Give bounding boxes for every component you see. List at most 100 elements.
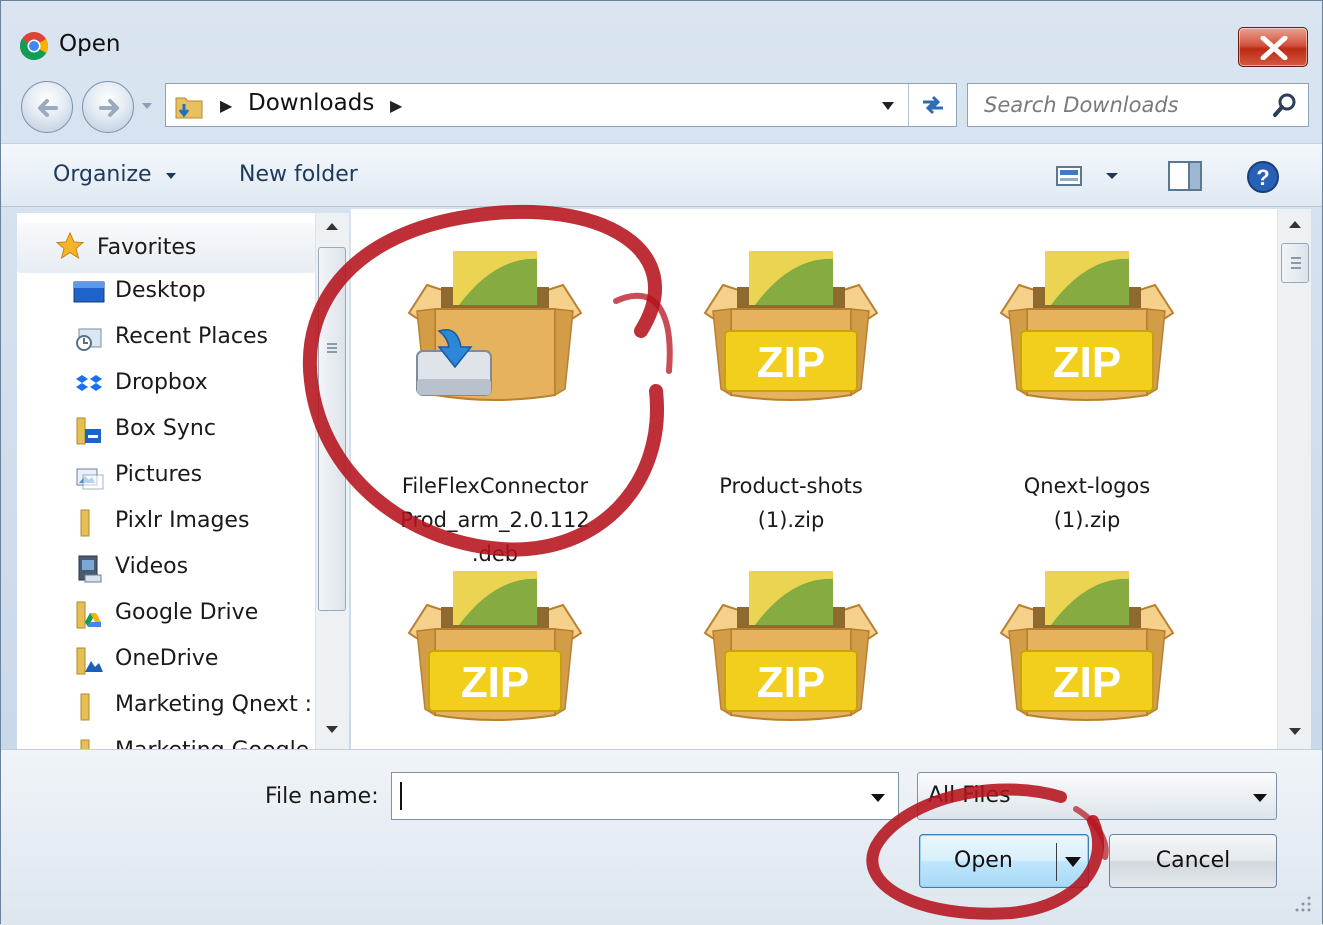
new-folder-button[interactable]: New folder xyxy=(239,162,358,187)
file-item-product-shots-zip[interactable]: ZIP Product-shots (1).zip xyxy=(651,247,931,567)
search-icon[interactable] xyxy=(1272,92,1298,118)
command-bar: Organize New folder ? xyxy=(1,143,1322,207)
folder-download-icon xyxy=(175,97,203,119)
folder-icon xyxy=(80,693,90,721)
nav-item-label: Pictures xyxy=(115,462,203,487)
desktop-icon xyxy=(73,281,105,303)
zip-archive-icon: ZIP xyxy=(1000,250,1174,401)
filename-label: File name: xyxy=(265,784,379,809)
file-name-line: (1).zip xyxy=(757,508,825,532)
onedrive-folder-icon xyxy=(76,647,103,675)
file-item-zip[interactable]: ZIP xyxy=(355,567,635,749)
breadcrumb-downloads[interactable]: Downloads xyxy=(248,90,374,116)
file-type-dropdown-icon[interactable] xyxy=(1252,793,1268,803)
nav-item-box-sync[interactable]: Box Sync xyxy=(17,409,315,453)
address-bar[interactable]: ▶ Downloads ▶ xyxy=(165,83,957,127)
file-name-line: (1).zip xyxy=(1053,508,1121,532)
search-placeholder: Search Downloads xyxy=(984,93,1179,117)
file-scroll-thumb[interactable] xyxy=(1281,243,1309,283)
nav-scroll-thumb[interactable] xyxy=(318,247,346,611)
nav-item-dropbox[interactable]: Dropbox xyxy=(17,363,315,407)
svg-text:ZIP: ZIP xyxy=(1053,338,1121,387)
videos-icon xyxy=(78,555,102,583)
file-item-deb[interactable]: FileFlexConnector Prod_arm_2.0.112 .deb xyxy=(355,247,635,567)
refresh-button[interactable] xyxy=(908,84,956,126)
file-list-area: FileFlexConnector Prod_arm_2.0.112 .deb … xyxy=(351,209,1277,749)
window-title: Open xyxy=(59,31,121,57)
zip-archive-icon: ZIP xyxy=(1000,570,1174,721)
forward-arrow-icon xyxy=(99,99,119,117)
filename-combobox[interactable] xyxy=(391,772,899,820)
filename-input[interactable] xyxy=(396,777,856,815)
recent-locations-dropdown-icon[interactable] xyxy=(140,99,154,113)
pictures-icon xyxy=(76,468,104,490)
dropbox-icon xyxy=(76,375,102,391)
open-button[interactable]: Open xyxy=(919,834,1089,888)
close-button[interactable] xyxy=(1238,27,1308,67)
folder-icon xyxy=(80,509,90,537)
bottom-panel: File name: All Files Open Cancel xyxy=(1,749,1322,925)
nav-item-pictures[interactable]: Pictures xyxy=(17,455,315,499)
file-name-line: Product-shots xyxy=(719,474,863,498)
forward-button[interactable] xyxy=(82,81,134,133)
file-name: Product-shots (1).zip xyxy=(651,469,931,537)
breadcrumb-chevron-icon[interactable]: ▶ xyxy=(390,96,402,115)
nav-item-recent-places[interactable]: Recent Places xyxy=(17,317,315,361)
scroll-up-arrow-icon[interactable] xyxy=(1287,219,1303,229)
zip-archive-icon: ZIP xyxy=(408,570,582,721)
navigation-pane: Favorites Desktop Recent Places Dropbox xyxy=(17,213,315,749)
cancel-button[interactable]: Cancel xyxy=(1109,834,1277,888)
svg-text:ZIP: ZIP xyxy=(1053,658,1121,707)
title-bar[interactable]: Open xyxy=(1,1,1322,75)
breadcrumb-chevron-icon[interactable]: ▶ xyxy=(220,96,232,115)
nav-item-label: OneDrive xyxy=(115,646,219,671)
help-icon[interactable]: ? xyxy=(1246,160,1280,194)
svg-text:ZIP: ZIP xyxy=(757,658,825,707)
nav-item-label: Pixlr Images xyxy=(115,508,250,533)
scroll-up-arrow-icon[interactable] xyxy=(324,221,340,231)
filename-dropdown-icon[interactable] xyxy=(870,793,886,803)
nav-scrollbar[interactable] xyxy=(315,213,349,749)
nav-item-marketing-qnext[interactable]: Marketing Qnext : xyxy=(17,685,315,729)
recent-places-icon xyxy=(76,328,102,351)
nav-item-google-drive[interactable]: Google Drive xyxy=(17,593,315,637)
view-dropdown-icon[interactable] xyxy=(1105,172,1119,180)
text-caret xyxy=(400,782,402,810)
file-name-line: FileFlexConnector xyxy=(401,474,589,498)
file-list-scrollbar[interactable] xyxy=(1277,209,1311,749)
nav-item-label: Google Drive xyxy=(115,600,259,625)
open-file-dialog: Open ▶ Downloads ▶ Search Downloads Orga… xyxy=(0,0,1323,925)
svg-text:?: ? xyxy=(1256,165,1269,190)
preview-pane-icon[interactable] xyxy=(1167,160,1203,192)
file-name-line: Prod_arm_2.0.112 xyxy=(400,508,590,532)
file-item-zip[interactable]: ZIP xyxy=(947,567,1227,749)
organize-dropdown-icon[interactable] xyxy=(165,172,177,180)
change-view-icon[interactable] xyxy=(1055,164,1083,188)
address-dropdown-icon[interactable] xyxy=(880,100,896,112)
favorites-header[interactable]: Favorites xyxy=(17,223,315,273)
resize-grip-icon[interactable] xyxy=(1293,894,1313,914)
file-name: FileFlexConnector Prod_arm_2.0.112 .deb xyxy=(355,469,635,571)
file-name-line: .deb xyxy=(471,542,519,566)
file-item-zip[interactable]: ZIP xyxy=(651,567,931,749)
file-name: Qnext-logos (1).zip xyxy=(947,469,1227,537)
file-type-select[interactable]: All Files xyxy=(917,772,1277,820)
search-field[interactable]: Search Downloads xyxy=(967,83,1309,127)
nav-item-label: Box Sync xyxy=(115,416,216,441)
deb-package-icon xyxy=(408,250,582,401)
organize-button[interactable]: Organize xyxy=(53,162,152,187)
scroll-down-arrow-icon[interactable] xyxy=(1287,727,1303,737)
nav-item-label: Videos xyxy=(115,554,189,579)
nav-item-desktop[interactable]: Desktop xyxy=(17,271,315,315)
nav-item-onedrive[interactable]: OneDrive xyxy=(17,639,315,683)
nav-item-pixlr-images[interactable]: Pixlr Images xyxy=(17,501,315,545)
scroll-down-arrow-icon[interactable] xyxy=(324,725,340,735)
nav-item-videos[interactable]: Videos xyxy=(17,547,315,591)
refresh-icon xyxy=(923,95,943,115)
open-options-dropdown-icon[interactable] xyxy=(1064,856,1082,868)
scroll-grip-icon xyxy=(327,343,337,353)
file-item-qnext-logos-zip[interactable]: ZIP Qnext-logos (1).zip xyxy=(947,247,1227,567)
nav-item-marketing-google[interactable]: Marketing Google xyxy=(17,731,315,749)
favorites-label: Favorites xyxy=(97,235,197,260)
back-button[interactable] xyxy=(21,81,73,133)
